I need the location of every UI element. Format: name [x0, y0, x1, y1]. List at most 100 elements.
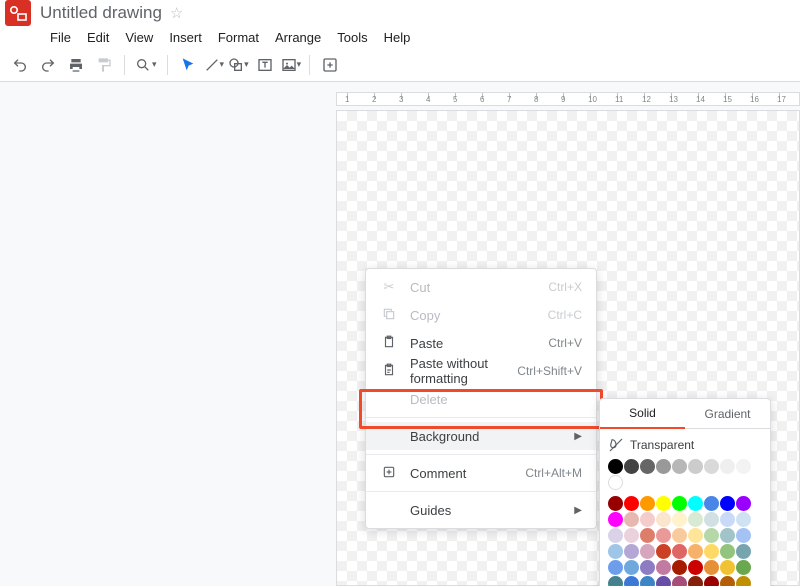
tab-gradient[interactable]: Gradient [685, 399, 770, 429]
textbox-tool[interactable] [253, 53, 277, 77]
color-swatch[interactable] [624, 576, 639, 586]
color-swatch[interactable] [736, 528, 751, 543]
color-swatch[interactable] [704, 576, 719, 586]
color-swatch[interactable] [608, 496, 623, 511]
color-swatch[interactable] [736, 576, 751, 586]
color-swatch[interactable] [736, 512, 751, 527]
color-swatch[interactable] [704, 496, 719, 511]
color-swatch[interactable] [624, 459, 639, 474]
color-swatch[interactable] [704, 544, 719, 559]
color-swatch[interactable] [608, 576, 623, 586]
ctx-separator [366, 417, 596, 418]
zoom-button[interactable]: ▾ [133, 53, 159, 77]
color-swatch[interactable] [608, 459, 623, 474]
color-swatch[interactable] [688, 528, 703, 543]
color-swatch[interactable] [624, 512, 639, 527]
color-swatch[interactable] [672, 544, 687, 559]
menu-insert[interactable]: Insert [161, 28, 210, 47]
color-swatch[interactable] [688, 560, 703, 575]
ctx-comment[interactable]: Comment Ctrl+Alt+M [366, 459, 596, 487]
color-swatch[interactable] [720, 560, 735, 575]
color-swatch[interactable] [608, 512, 623, 527]
menu-tools[interactable]: Tools [329, 28, 375, 47]
color-swatch[interactable] [736, 544, 751, 559]
toolbar-separator [309, 55, 310, 75]
color-swatch[interactable] [640, 459, 655, 474]
shape-tool[interactable]: ▾ [228, 53, 249, 77]
color-swatch[interactable] [608, 560, 623, 575]
color-swatch[interactable] [672, 560, 687, 575]
tab-solid[interactable]: Solid [600, 399, 685, 429]
menu-view[interactable]: View [117, 28, 161, 47]
color-swatch[interactable] [624, 544, 639, 559]
color-swatch[interactable] [720, 512, 735, 527]
color-swatch[interactable] [608, 544, 623, 559]
color-swatch[interactable] [656, 496, 671, 511]
scissors-icon: ✂ [380, 279, 398, 295]
color-swatch[interactable] [688, 576, 703, 586]
select-tool[interactable] [176, 53, 200, 77]
menu-edit[interactable]: Edit [79, 28, 117, 47]
ruler-horizontal: 1234567891011121314151617 [336, 92, 800, 106]
color-swatch[interactable] [736, 496, 751, 511]
undo-button[interactable] [8, 53, 32, 77]
color-swatch[interactable] [640, 528, 655, 543]
star-icon[interactable]: ☆ [170, 4, 183, 22]
color-swatch[interactable] [640, 560, 655, 575]
color-swatch[interactable] [704, 512, 719, 527]
color-swatch[interactable] [656, 459, 671, 474]
color-swatch[interactable] [608, 528, 623, 543]
color-swatch[interactable] [656, 528, 671, 543]
color-swatch[interactable] [720, 528, 735, 543]
color-swatch[interactable] [624, 560, 639, 575]
color-swatch[interactable] [736, 560, 751, 575]
color-swatch[interactable] [720, 544, 735, 559]
color-swatch[interactable] [688, 544, 703, 559]
transparent-row[interactable]: Transparent [608, 437, 762, 453]
color-swatch[interactable] [704, 560, 719, 575]
color-swatch[interactable] [656, 544, 671, 559]
paint-format-button[interactable] [92, 53, 116, 77]
document-title[interactable]: Untitled drawing [40, 3, 162, 23]
color-swatch[interactable] [688, 496, 703, 511]
color-swatch[interactable] [720, 459, 735, 474]
color-swatch[interactable] [720, 496, 735, 511]
color-swatch[interactable] [736, 459, 751, 474]
color-swatch[interactable] [688, 459, 703, 474]
color-swatch[interactable] [640, 496, 655, 511]
redo-button[interactable] [36, 53, 60, 77]
menu-arrange[interactable]: Arrange [267, 28, 329, 47]
insert-more-button[interactable] [318, 53, 342, 77]
color-swatch[interactable] [672, 496, 687, 511]
color-swatch[interactable] [624, 496, 639, 511]
menu-bar: File Edit View Insert Format Arrange Too… [0, 26, 800, 48]
color-swatch[interactable] [720, 576, 735, 586]
color-swatch[interactable] [656, 560, 671, 575]
color-swatch[interactable] [640, 576, 655, 586]
color-swatch[interactable] [640, 512, 655, 527]
color-swatch[interactable] [656, 512, 671, 527]
ctx-paste[interactable]: Paste Ctrl+V [366, 329, 596, 357]
color-swatch[interactable] [624, 528, 639, 543]
line-tool[interactable]: ▾ [204, 53, 225, 77]
color-swatch[interactable] [672, 576, 687, 586]
image-tool[interactable]: ▾ [281, 53, 302, 77]
color-swatch[interactable] [672, 459, 687, 474]
menu-format[interactable]: Format [210, 28, 267, 47]
print-button[interactable] [64, 53, 88, 77]
color-swatch[interactable] [640, 544, 655, 559]
ctx-paste-without-formatting[interactable]: Paste without formatting Ctrl+Shift+V [366, 357, 596, 385]
menu-help[interactable]: Help [376, 28, 419, 47]
color-swatch[interactable] [672, 512, 687, 527]
color-swatch[interactable] [608, 475, 623, 490]
menu-file[interactable]: File [42, 28, 79, 47]
ctx-guides[interactable]: Guides ▶ [366, 496, 596, 524]
color-swatch[interactable] [704, 528, 719, 543]
color-swatch[interactable] [672, 528, 687, 543]
color-swatch[interactable] [704, 459, 719, 474]
transparent-label: Transparent [630, 438, 694, 452]
ctx-guides-label: Guides [410, 503, 574, 518]
color-swatch[interactable] [688, 512, 703, 527]
ctx-background[interactable]: Background ▶ [366, 422, 596, 450]
color-swatch[interactable] [656, 576, 671, 586]
